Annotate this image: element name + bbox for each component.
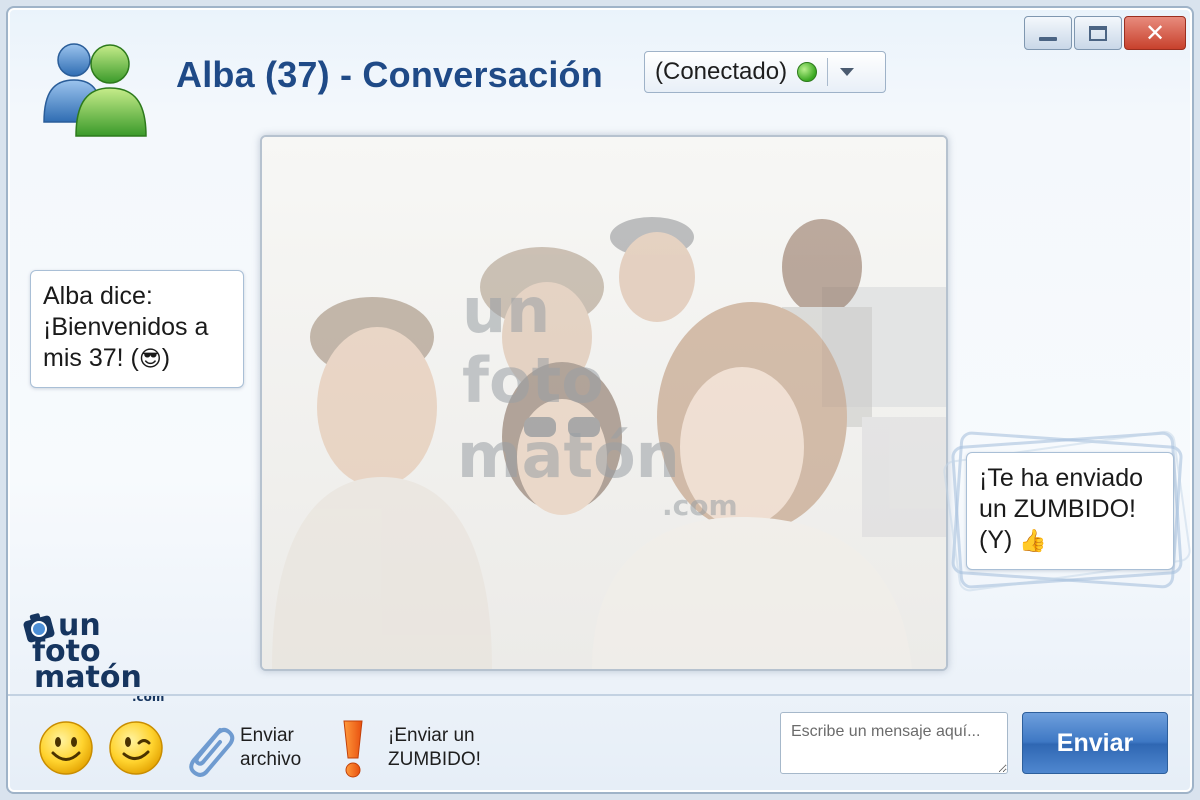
- send-file-label: archivo: [240, 749, 302, 770]
- svg-text:foto: foto: [462, 344, 604, 417]
- dropdown-divider: [827, 58, 829, 86]
- send-buzz-button[interactable]: ¡Enviar un ZUMBIDO!: [388, 724, 481, 772]
- wink-emoji-icon[interactable]: [108, 720, 164, 776]
- conversation-title: Alba (37) - Conversación: [176, 54, 603, 95]
- close-icon: ✕: [1144, 19, 1166, 47]
- chevron-down-icon: [840, 68, 855, 76]
- message-line: un ZUMBIDO!: [979, 495, 1136, 523]
- logo-text: .com: [132, 690, 165, 704]
- send-file-button[interactable]: Enviar archivo: [240, 724, 301, 772]
- exclamation-icon[interactable]: [340, 718, 366, 780]
- paperclip-icon[interactable]: [180, 720, 236, 778]
- message-text: mis 37! (: [43, 344, 139, 372]
- maximize-button[interactable]: [1074, 16, 1122, 50]
- status-dropdown[interactable]: (Conectado): [644, 51, 886, 93]
- status-label: (Conectado): [655, 58, 788, 85]
- svg-text:un: un: [462, 274, 550, 347]
- logo-text: matón: [34, 660, 142, 695]
- message-line: ¡Te ha enviado: [979, 464, 1144, 492]
- send-buzz-label: ZUMBIDO!: [388, 749, 481, 770]
- buzz-message-bubble: ¡Te ha enviado un ZUMBIDO! (Y) 👍: [966, 452, 1174, 570]
- svg-text:.com: .com: [662, 489, 738, 522]
- unfotomaton-logo: un foto matón .com: [22, 608, 172, 704]
- minimize-button[interactable]: [1024, 16, 1072, 50]
- send-file-label: Enviar: [240, 725, 294, 746]
- message-text: (Y): [979, 526, 1020, 554]
- messenger-buddies-icon: [43, 43, 147, 137]
- message-text: ): [161, 344, 171, 372]
- minimize-icon: [1039, 37, 1057, 41]
- toolbar-divider: [8, 694, 1192, 696]
- group-photo: un foto matón .com: [260, 135, 948, 671]
- conversation-window: ✕ Alba (37) - Conversación (Conectado) u…: [6, 6, 1194, 794]
- message-input[interactable]: [780, 712, 1008, 774]
- send-button[interactable]: Enviar: [1022, 712, 1168, 774]
- send-buzz-label: ¡Enviar un: [388, 725, 475, 746]
- message-line: ¡Bienvenidos a: [43, 313, 209, 341]
- online-status-icon: [797, 62, 818, 82]
- window-controls: ✕: [1024, 16, 1186, 50]
- svg-text:matón: matón: [457, 419, 680, 492]
- incoming-message-bubble: Alba dice: ¡Bienvenidos a mis 37! (😎): [30, 270, 244, 388]
- smile-emoji-icon[interactable]: [38, 720, 94, 776]
- thumbs-up-emoji-icon: 👍: [1019, 529, 1047, 554]
- sender-line: Alba dice:: [43, 282, 153, 310]
- message-line: mis 37! (😎): [43, 343, 231, 375]
- selfie-photo-illustration: un foto matón .com: [262, 137, 946, 669]
- sunglasses-emoji-icon: 😎: [138, 347, 162, 372]
- message-line: (Y) 👍: [979, 525, 1161, 557]
- close-button[interactable]: ✕: [1124, 16, 1186, 50]
- maximize-icon: [1089, 25, 1107, 41]
